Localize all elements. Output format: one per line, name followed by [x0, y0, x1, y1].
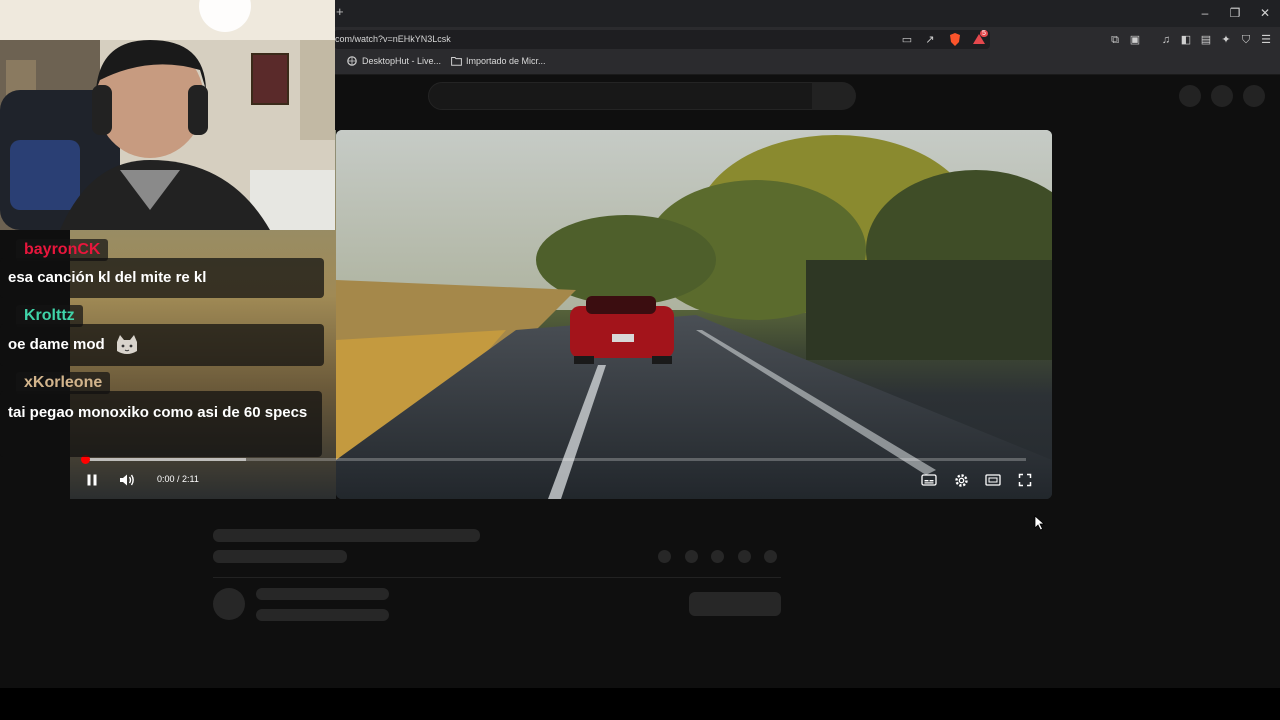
- chat-username-text: xKorleone: [24, 374, 103, 391]
- fullscreen-icon: [1018, 473, 1032, 487]
- menu-icon[interactable]: ☰: [1259, 33, 1273, 47]
- theater-mode-icon: [985, 474, 1001, 486]
- bookmark-desktophut[interactable]: DesktopHut - Live...: [347, 56, 441, 66]
- video-frame: [336, 130, 1052, 499]
- shield-count-badge: 5: [980, 30, 988, 37]
- volume-button[interactable]: [115, 468, 139, 492]
- subtitles-icon: [921, 474, 937, 486]
- volume-icon: [120, 474, 134, 486]
- chat-message: esa canción kl del mite re kl: [0, 258, 324, 298]
- leo-ai-icon[interactable]: ✦: [1219, 33, 1233, 47]
- time-display: 0:00 / 2:11: [157, 474, 199, 484]
- extensions-icon[interactable]: ⧉: [1108, 33, 1122, 47]
- avatar-skeleton: [213, 588, 245, 620]
- action-dot-skeleton: [658, 550, 671, 563]
- header-icon-placeholder[interactable]: [1211, 85, 1233, 107]
- pause-icon: [87, 474, 97, 486]
- vpn-icon[interactable]: ⛉: [1239, 33, 1253, 47]
- bookmark-folder-importado[interactable]: Importado de Micr...: [451, 56, 546, 66]
- chat-message-text: oe dame mod: [8, 336, 105, 353]
- divider: [213, 577, 781, 578]
- subtitle-skeleton: [213, 550, 347, 563]
- pause-button[interactable]: [80, 468, 104, 492]
- chat-username-text: bayronCK: [24, 241, 101, 258]
- wallet-icon[interactable]: ▤: [1199, 33, 1213, 47]
- webcam-overlay: [0, 0, 335, 230]
- url-field[interactable]: com/watch?v=nEHkYN3Lcsk ▭ ↗ 5: [334, 30, 990, 49]
- screenshot-icon[interactable]: ▣: [1128, 33, 1142, 47]
- close-button[interactable]: ✕: [1255, 5, 1275, 21]
- minimize-button[interactable]: –: [1195, 5, 1215, 21]
- cast-icon[interactable]: ▭: [900, 33, 914, 47]
- subtitles-button[interactable]: [917, 468, 941, 492]
- chat-message: tai pegao monoxiko como asi de 60 specs: [0, 391, 322, 457]
- settings-gear-icon: [954, 473, 968, 487]
- sidebar-icon[interactable]: ◧: [1179, 33, 1193, 47]
- mouse-cursor-icon: [1034, 515, 1045, 531]
- bookmark-label: Importado de Micr...: [466, 56, 546, 66]
- new-tab-button[interactable]: +: [336, 4, 344, 19]
- restore-button[interactable]: ❐: [1225, 5, 1245, 21]
- theater-mode-button[interactable]: [981, 468, 1005, 492]
- action-dot-skeleton: [685, 550, 698, 563]
- music-icon[interactable]: ♫: [1159, 33, 1173, 47]
- bookmark-label: DesktopHut - Live...: [362, 56, 442, 66]
- header-avatar-placeholder[interactable]: [1243, 85, 1265, 107]
- brave-shield-icon[interactable]: [948, 32, 962, 46]
- header-icon-placeholder[interactable]: [1179, 85, 1201, 107]
- action-dot-skeleton: [738, 550, 751, 563]
- channel-name-skeleton: [256, 588, 389, 600]
- chat-message-text: esa canción kl del mite re kl: [8, 269, 207, 286]
- screen-bottom-bar: [0, 688, 1280, 720]
- url-text: com/watch?v=nEHkYN3Lcsk: [335, 34, 451, 44]
- folder-icon: [451, 56, 462, 66]
- search-button-skeleton[interactable]: [812, 82, 856, 110]
- action-dot-skeleton: [764, 550, 777, 563]
- channel-subs-skeleton: [256, 609, 389, 621]
- fullscreen-button[interactable]: [1013, 468, 1037, 492]
- share-icon[interactable]: ↗: [923, 33, 937, 47]
- video-player[interactable]: [336, 130, 1052, 499]
- chat-message-text: tai pegao monoxiko como asi de 60 specs: [8, 404, 308, 421]
- globe-icon: [347, 56, 357, 66]
- subscribe-button-skeleton: [689, 592, 781, 616]
- search-input-skeleton[interactable]: [428, 82, 814, 110]
- progress-buffered: [84, 458, 246, 461]
- chat-username-text: Krolttz: [24, 307, 75, 324]
- cat-emote-icon: [116, 335, 137, 355]
- action-dot-skeleton: [711, 550, 724, 563]
- webcam-feed: [0, 0, 335, 230]
- title-skeleton: [213, 529, 480, 542]
- chat-message: oe dame mod: [0, 324, 324, 366]
- settings-button[interactable]: [949, 468, 973, 492]
